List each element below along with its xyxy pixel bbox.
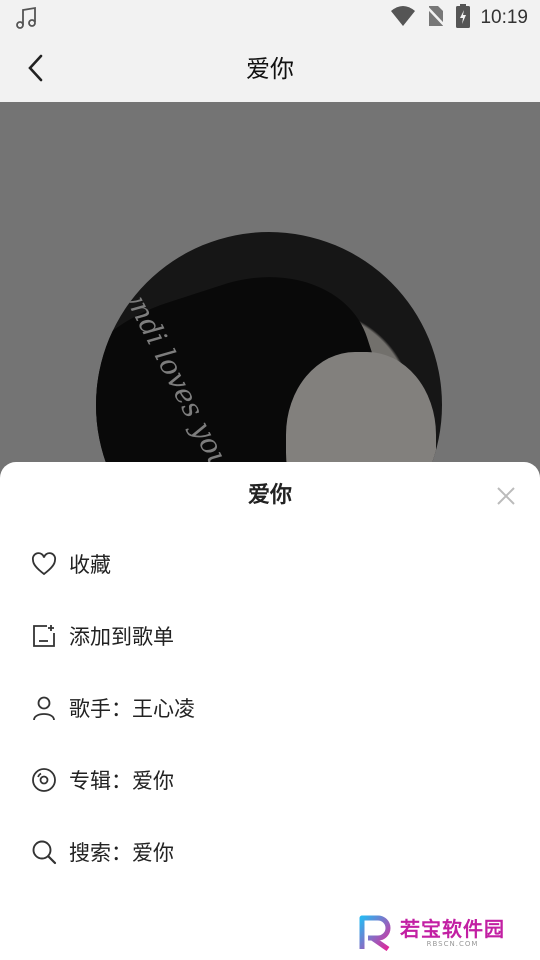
menu-item-search[interactable]: 搜索：爱你 bbox=[0, 816, 540, 888]
watermark-logo-icon bbox=[358, 915, 394, 952]
action-sheet: 爱你 收藏 添加到歌单 歌手：王心凌 专辑：爱你 搜索：爱你 bbox=[0, 462, 540, 960]
menu-item-label: 收藏 bbox=[69, 553, 111, 577]
menu-item-label: 专辑：爱你 bbox=[69, 769, 174, 793]
no-sim-icon bbox=[426, 4, 447, 32]
search-icon bbox=[30, 838, 58, 866]
menu-item-favorite[interactable]: 收藏 bbox=[0, 528, 540, 600]
close-button[interactable] bbox=[494, 484, 518, 508]
menu-item-artist[interactable]: 歌手：王心凌 bbox=[0, 672, 540, 744]
person-icon bbox=[30, 694, 58, 722]
wifi-icon bbox=[390, 5, 416, 31]
close-icon bbox=[494, 487, 518, 512]
add-to-playlist-icon bbox=[30, 622, 58, 650]
sheet-title: 爱你 bbox=[247, 483, 292, 508]
menu-item-label: 搜索：爱你 bbox=[69, 841, 174, 865]
watermark-name: 若宝软件园 bbox=[400, 916, 505, 941]
status-time: 10:19 bbox=[480, 7, 528, 28]
chevron-left-icon bbox=[25, 53, 47, 87]
menu-item-add-to-playlist[interactable]: 添加到歌单 bbox=[0, 600, 540, 672]
heart-icon bbox=[30, 550, 58, 578]
disc-icon bbox=[30, 766, 58, 794]
battery-charging-icon bbox=[456, 4, 471, 32]
music-note-icon bbox=[14, 5, 40, 35]
status-bar: 10:19 bbox=[0, 0, 540, 36]
menu-item-label: 添加到歌单 bbox=[69, 625, 174, 649]
back-button[interactable] bbox=[16, 50, 56, 90]
menu-item-label: 歌手：王心凌 bbox=[69, 697, 195, 721]
watermark-url: RBSCN.COM bbox=[426, 939, 479, 948]
title-bar: 爱你 bbox=[0, 36, 540, 102]
menu-item-album[interactable]: 专辑：爱你 bbox=[0, 744, 540, 816]
watermark: 若宝软件园 RBSCN.COM bbox=[358, 915, 505, 952]
page-title: 爱你 bbox=[246, 55, 294, 83]
